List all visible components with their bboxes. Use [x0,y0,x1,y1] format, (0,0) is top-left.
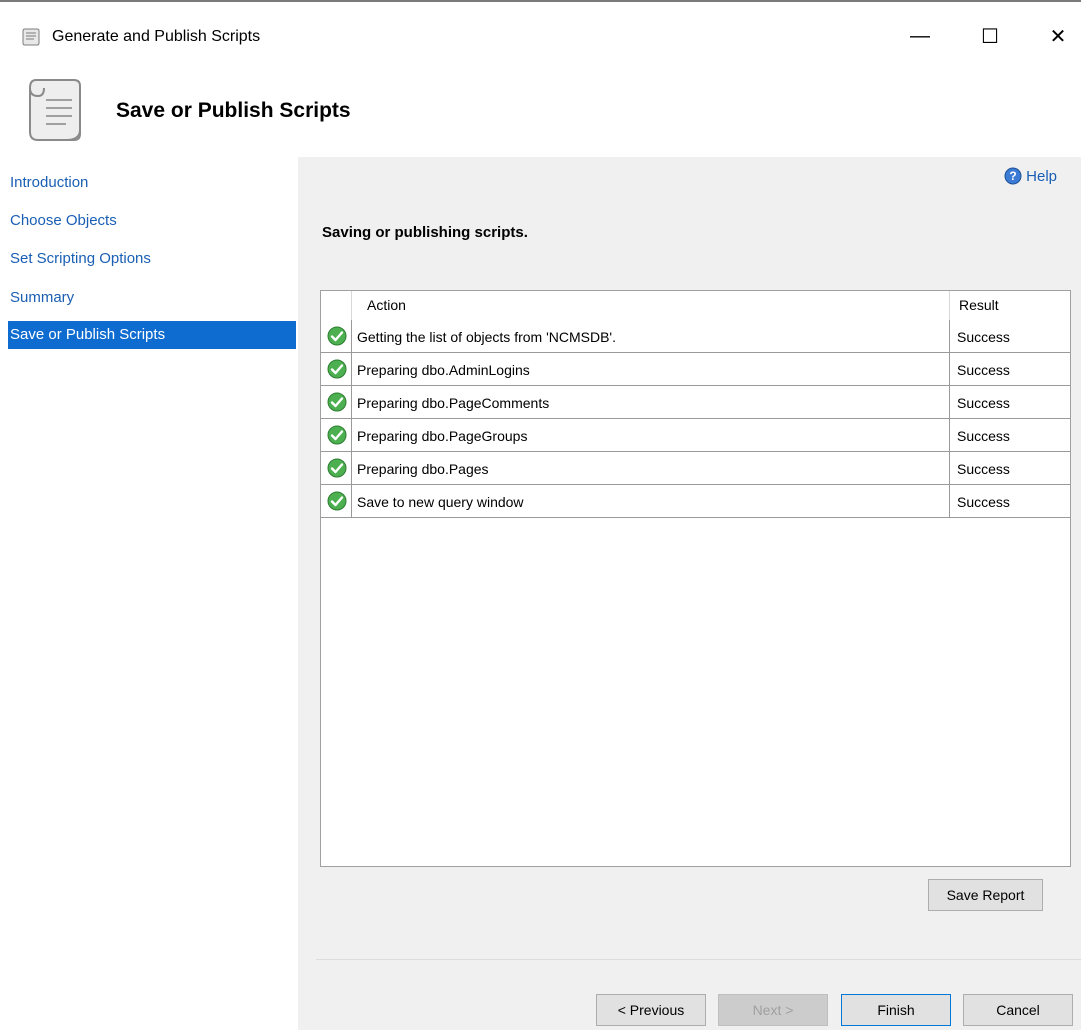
result-cell: Success [957,461,1010,477]
script-scroll-icon [29,79,81,141]
finish-button[interactable]: Finish [841,994,951,1026]
sidebar-item-choose-objects[interactable]: Choose Objects [8,207,296,235]
cell-divider [351,320,352,353]
help-label[interactable]: Help [1026,168,1057,185]
result-cell: Success [957,494,1010,510]
cell-divider [351,386,352,419]
cell-divider [949,419,950,452]
success-check-icon [327,392,347,412]
cell-divider [949,485,950,518]
window-title: Generate and Publish Scripts [52,28,261,45]
action-cell: Preparing dbo.PageComments [357,395,550,411]
grid-header: Action Result [321,291,1070,321]
action-cell: Save to new query window [357,494,524,510]
page-title: Save or Publish Scripts [116,99,351,122]
cancel-button[interactable]: Cancel [963,994,1073,1026]
status-heading: Saving or publishing scripts. [322,224,528,241]
sidebar-item-summary[interactable]: Summary [8,284,296,312]
table-row[interactable]: Preparing dbo.Pages Success [321,452,1070,485]
table-row[interactable]: Preparing dbo.PageGroups Success [321,419,1070,452]
next-button[interactable]: Next > [718,994,828,1026]
wizard-window: Generate and Publish Scripts — ☐ ✕ Save … [0,0,1081,1030]
script-icon [22,28,40,46]
wizard-header: Save or Publish Scripts [0,54,1081,157]
maximize-button[interactable]: ☐ [967,16,1013,56]
action-cell: Preparing dbo.AdminLogins [357,362,530,378]
table-row[interactable]: Save to new query window Success [321,485,1070,518]
result-cell: Success [957,428,1010,444]
action-cell: Preparing dbo.PageGroups [357,428,528,444]
column-header-result[interactable]: Result [959,297,999,313]
cell-divider [949,452,950,485]
main-content: ? Help Saving or publishing scripts. Act… [298,157,1081,1030]
wizard-steps-sidebar: Introduction Choose Objects Set Scriptin… [0,157,298,1030]
sidebar-item-introduction[interactable]: Introduction [8,169,296,197]
previous-button[interactable]: < Previous [596,994,706,1026]
success-check-icon [327,491,347,511]
column-header-action[interactable]: Action [367,297,406,313]
minimize-button[interactable]: — [897,16,943,56]
cell-divider [949,353,950,386]
success-check-icon [327,458,347,478]
column-divider [351,291,352,320]
success-check-icon [327,326,347,346]
success-check-icon [327,359,347,379]
result-cell: Success [957,395,1010,411]
close-button[interactable]: ✕ [1035,16,1081,56]
action-cell: Getting the list of objects from 'NCMSDB… [357,329,616,345]
cell-divider [351,485,352,518]
results-grid[interactable]: Action Result Getting the list of object… [320,290,1071,867]
sidebar-item-save-or-publish-scripts[interactable]: Save or Publish Scripts [8,321,296,349]
save-report-button[interactable]: Save Report [928,879,1043,911]
footer-divider [316,959,1081,960]
title-bar: Generate and Publish Scripts — ☐ ✕ [0,2,1081,54]
success-check-icon [327,425,347,445]
table-row[interactable]: Getting the list of objects from 'NCMSDB… [321,320,1070,353]
result-cell: Success [957,362,1010,378]
help-icon: ? [1004,167,1022,185]
result-cell: Success [957,329,1010,345]
svg-text:?: ? [1009,169,1016,183]
cell-divider [351,353,352,386]
cell-divider [351,419,352,452]
cell-divider [949,320,950,353]
column-divider [949,291,950,320]
cell-divider [949,386,950,419]
cell-divider [351,452,352,485]
sidebar-item-set-scripting-options[interactable]: Set Scripting Options [8,245,296,273]
table-row[interactable]: Preparing dbo.AdminLogins Success [321,353,1070,386]
action-cell: Preparing dbo.Pages [357,461,489,477]
table-row[interactable]: Preparing dbo.PageComments Success [321,386,1070,419]
help-link[interactable]: ? Help [1004,167,1057,185]
